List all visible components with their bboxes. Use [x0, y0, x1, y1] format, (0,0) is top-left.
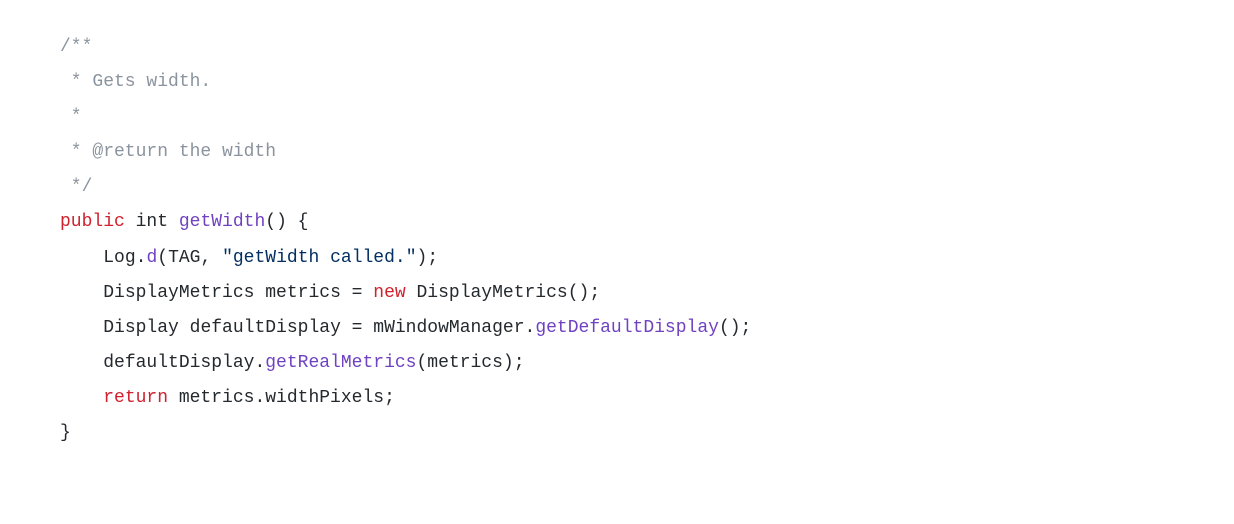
type-int: int — [136, 212, 168, 232]
brace-open: { — [287, 212, 309, 232]
paren-close: ) — [417, 248, 428, 268]
code-line-3: * — [60, 100, 1174, 135]
brace-close: } — [60, 423, 71, 443]
method-getrealmetrics: getRealMetrics — [265, 353, 416, 373]
type-display: Display — [103, 318, 179, 338]
code-line-7: Log.d(TAG, "getWidth called."); — [60, 241, 1174, 276]
comment-open: /** — [60, 37, 92, 57]
constructor-displaymetrics: DisplayMetrics() — [406, 283, 590, 303]
comment-text: * Gets width. — [60, 72, 211, 92]
keyword-public: public — [60, 212, 125, 232]
comment-return: * @return the width — [60, 142, 276, 162]
method-name-getwidth: getWidth — [179, 212, 265, 232]
code-line-11: return metrics.widthPixels; — [60, 381, 1174, 416]
method-getdefaultdisplay: getDefaultDisplay — [535, 318, 719, 338]
code-line-4: * @return the width — [60, 135, 1174, 170]
type-displaymetrics: DisplayMetrics — [103, 283, 254, 303]
code-line-5: */ — [60, 170, 1174, 205]
obj-defaultdisplay: defaultDisplay. — [103, 353, 265, 373]
comment-text: * — [60, 107, 82, 127]
comma: , — [200, 248, 222, 268]
tag-constant: TAG — [168, 248, 200, 268]
var-metrics: metrics = — [254, 283, 373, 303]
keyword-return: return — [103, 388, 168, 408]
string-literal: "getWidth called." — [222, 248, 416, 268]
tail: (); — [719, 318, 751, 338]
log-class: Log — [103, 248, 135, 268]
semicolon: ; — [427, 248, 438, 268]
code-line-10: defaultDisplay.getRealMetrics(metrics); — [60, 346, 1174, 381]
code-line-8: DisplayMetrics metrics = new DisplayMetr… — [60, 276, 1174, 311]
paren-open: ( — [157, 248, 168, 268]
log-method-d: d — [146, 248, 157, 268]
code-line-9: Display defaultDisplay = mWindowManager.… — [60, 311, 1174, 346]
dot: . — [136, 248, 147, 268]
code-snippet: /** * Gets width. * * @return the width … — [60, 30, 1174, 451]
tail: (metrics); — [416, 353, 524, 373]
code-line-12: } — [60, 416, 1174, 451]
code-line-1: /** — [60, 30, 1174, 65]
comment-close: */ — [60, 177, 92, 197]
keyword-new: new — [373, 283, 405, 303]
code-line-2: * Gets width. — [60, 65, 1174, 100]
var-defaultdisplay: defaultDisplay = mWindowManager. — [179, 318, 535, 338]
parens: () — [265, 212, 287, 232]
return-expr: metrics.widthPixels; — [168, 388, 395, 408]
semicolon: ; — [589, 283, 600, 303]
code-line-6: public int getWidth() { — [60, 205, 1174, 240]
